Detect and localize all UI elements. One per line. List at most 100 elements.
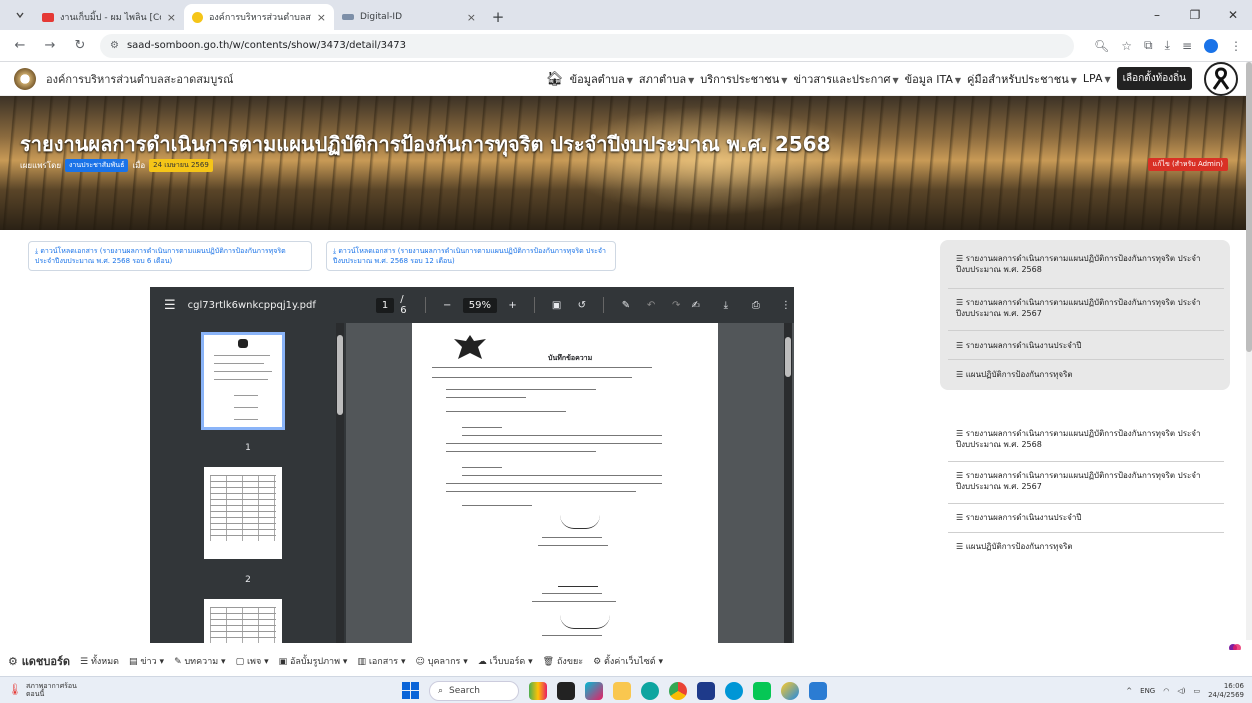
nav-item[interactable]: ข่าวสารและประกาศ ▼ [793,70,898,88]
menu-icon[interactable]: ⋮ [1230,39,1242,53]
zoom-input[interactable]: 59% [462,297,497,313]
store-icon[interactable] [697,681,715,700]
admin-item-documents[interactable]: ▥ เอกสาร ▾ [357,654,405,668]
clock[interactable]: 16:06 24/4/2569 [1208,682,1244,700]
admin-item-webboard[interactable]: ☁ เว็บบอร์ด ▾ [478,654,533,668]
app-icon[interactable] [781,681,799,700]
admin-item-trash[interactable]: 🗑︎ ถังขยะ [543,654,583,668]
forward-icon[interactable]: → [40,36,60,56]
admin-item-articles[interactable]: ✎ บทความ ▾ [174,654,226,668]
thumbnail-scrollbar[interactable] [336,323,344,643]
nav-item[interactable]: ข้อมูล ITA ▼ [905,70,961,88]
redo-icon[interactable]: ↷ [667,300,686,311]
nav-item[interactable]: คู่มือสำหรับประชาชน ▼ [967,70,1077,88]
restore-icon[interactable]: ❐ [1176,0,1214,30]
close-tab-icon[interactable]: × [467,11,476,24]
page-thumbnail[interactable] [204,467,282,559]
sidebar-link[interactable]: ☰ รายงานผลการดำเนินการตามแผนปฏิบัติการป้… [956,297,1216,319]
print-icon[interactable]: ⎙ [746,300,766,311]
chrome-icon[interactable] [669,681,687,700]
back-icon[interactable]: ← [10,36,30,56]
new-tab-button[interactable]: + [484,4,512,30]
page-thumbnail[interactable] [204,599,282,643]
pdf-page-scrollbar[interactable] [784,323,792,643]
close-tab-icon[interactable]: × [317,11,326,24]
sidebar-link[interactable]: ☰ รายงานผลการดำเนินงานประจำปี [956,512,1216,523]
admin-item-pages[interactable]: ▢ เพจ ▾ [236,654,269,668]
download-12-month-button[interactable]: ⤓ ดาวน์โหลดเอกสาร (รายงานผลการดำเนินการต… [326,241,616,271]
battery-icon[interactable]: ▭ [1193,687,1200,695]
bookmark-star-icon[interactable]: ☆ [1121,39,1132,53]
taskbar-search[interactable]: ⌕ Search [429,680,519,701]
browser-tab-youtube[interactable]: งานเก็บมิ้ป - ผม ไพลิน [Cover Live × [34,4,184,30]
admin-item-all[interactable]: ☰ ทั้งหมด [80,654,119,668]
nav-item[interactable]: สภาตำบล ▼ [639,70,694,88]
tab-search-button[interactable] [6,2,34,28]
weather-widget[interactable]: 🌡︎ สภาพอากาศร้อน ตอนนี้ [0,682,180,698]
reload-icon[interactable]: ↻ [70,36,90,56]
task-view-icon[interactable] [557,681,575,700]
undo-icon[interactable]: ↶ [641,300,660,311]
site-logo[interactable] [14,67,36,90]
home-icon[interactable]: 🏠︎ [546,71,564,87]
wifi-icon[interactable]: ◠ [1163,687,1169,695]
election-button[interactable]: เลือกตั้งท้องถิ่น [1116,67,1192,90]
more-icon[interactable]: ⋮ [776,300,794,311]
site-name[interactable]: องค์การบริหารส่วนตำบลสะอาดสมบูรณ์ [46,70,233,88]
download-6-month-button[interactable]: ⤓ ดาวน์โหลดเอกสาร (รายงานผลการดำเนินการต… [28,241,312,271]
zoom-in-icon[interactable]: + [503,300,522,311]
volume-icon[interactable]: ◁) [1177,687,1185,695]
copilot-icon[interactable] [585,681,603,700]
admin-item-personnel[interactable]: ☺ บุคลากร ▾ [416,654,468,668]
word-icon[interactable] [809,681,827,700]
pdf-download-icon[interactable]: ⤓ [716,300,736,311]
browser-tab-active[interactable]: องค์การบริหารส่วนตำบลสะอาดสมบูรณ์ × [184,4,334,30]
file-explorer-icon[interactable] [613,681,631,700]
sidebar-link[interactable]: ☰ รายงานผลการดำเนินการตามแผนปฏิบัติการป้… [956,470,1216,492]
profile-icon[interactable] [1204,38,1218,53]
edge-icon[interactable] [641,681,659,700]
widgets-app-icon[interactable] [529,681,547,700]
annotate-icon[interactable]: ✎ [616,300,635,311]
zoom-out-icon[interactable]: − [438,300,457,311]
zoom-icon[interactable]: 🔍︎ [1094,39,1109,53]
rotate-icon[interactable]: ↺ [572,300,591,311]
language-indicator[interactable]: ENG [1140,687,1155,695]
page-number-input[interactable]: 1 [375,297,395,313]
close-tab-icon[interactable]: × [167,11,176,24]
scroll-thumb[interactable] [1246,62,1252,352]
page-scrollbar[interactable] [1246,62,1252,640]
address-bar[interactable]: ⚙ saad-somboon.go.th/w/contents/show/347… [100,33,1075,58]
sidebar-link[interactable]: ☰ รายงานผลการดำเนินงานประจำปี [956,340,1216,351]
hp-icon[interactable] [725,681,743,700]
site-info-icon[interactable]: ⚙ [110,40,119,51]
extensions-icon[interactable]: ⧉ [1144,38,1153,53]
dashboard-link[interactable]: ⚙ แดชบอร์ด [8,652,70,670]
tray-overflow-icon[interactable]: ^ [1126,687,1132,695]
media-icon[interactable]: ≡ [1182,39,1192,53]
minimize-icon[interactable]: – [1138,0,1176,30]
fit-page-icon[interactable]: ▣ [547,300,566,311]
windows-start-icon[interactable] [402,682,419,699]
admin-item-settings[interactable]: ⚙ ตั้งค่าเว็บไซต์ ▾ [593,654,663,668]
admin-item-news[interactable]: ▤ ข่าว ▾ [129,654,164,668]
sidebar-link[interactable]: ☰ รายงานผลการดำเนินการตามแผนปฏิบัติการป้… [956,253,1216,275]
sidebar-link[interactable]: ☰ รายงานผลการดำเนินการตามแผนปฏิบัติการป้… [956,428,1216,450]
close-window-icon[interactable]: ✕ [1214,0,1252,30]
sidebar-link[interactable]: ☰ แผนปฏิบัติการป้องกันการทุจริต [956,369,1216,380]
scroll-thumb[interactable] [337,335,343,415]
line-icon[interactable] [753,681,771,700]
nav-item[interactable]: บริการประชาชน ▼ [700,70,787,88]
thumbnail-number: 2 [245,575,251,585]
nav-item[interactable]: ข้อมูลตำบล ▼ [570,70,633,88]
browser-tab-digital-id[interactable]: Digital-ID × [334,4,484,30]
admin-item-albums[interactable]: ▣ อัลบั้มรูปภาพ ▾ [279,654,348,668]
admin-edit-button[interactable]: แก้ไข (สำหรับ Admin) [1147,158,1228,171]
download-icon[interactable]: ⤓ [1165,38,1170,53]
sign-icon[interactable]: ✍ [686,300,706,311]
nav-item[interactable]: LPA ▼ [1083,72,1111,85]
scroll-thumb[interactable] [785,337,791,377]
sidebar-link[interactable]: ☰ แผนปฏิบัติการป้องกันการทุจริต [956,541,1216,552]
page-thumbnail[interactable] [201,332,285,430]
pdf-menu-icon[interactable]: ☰ [164,298,176,313]
